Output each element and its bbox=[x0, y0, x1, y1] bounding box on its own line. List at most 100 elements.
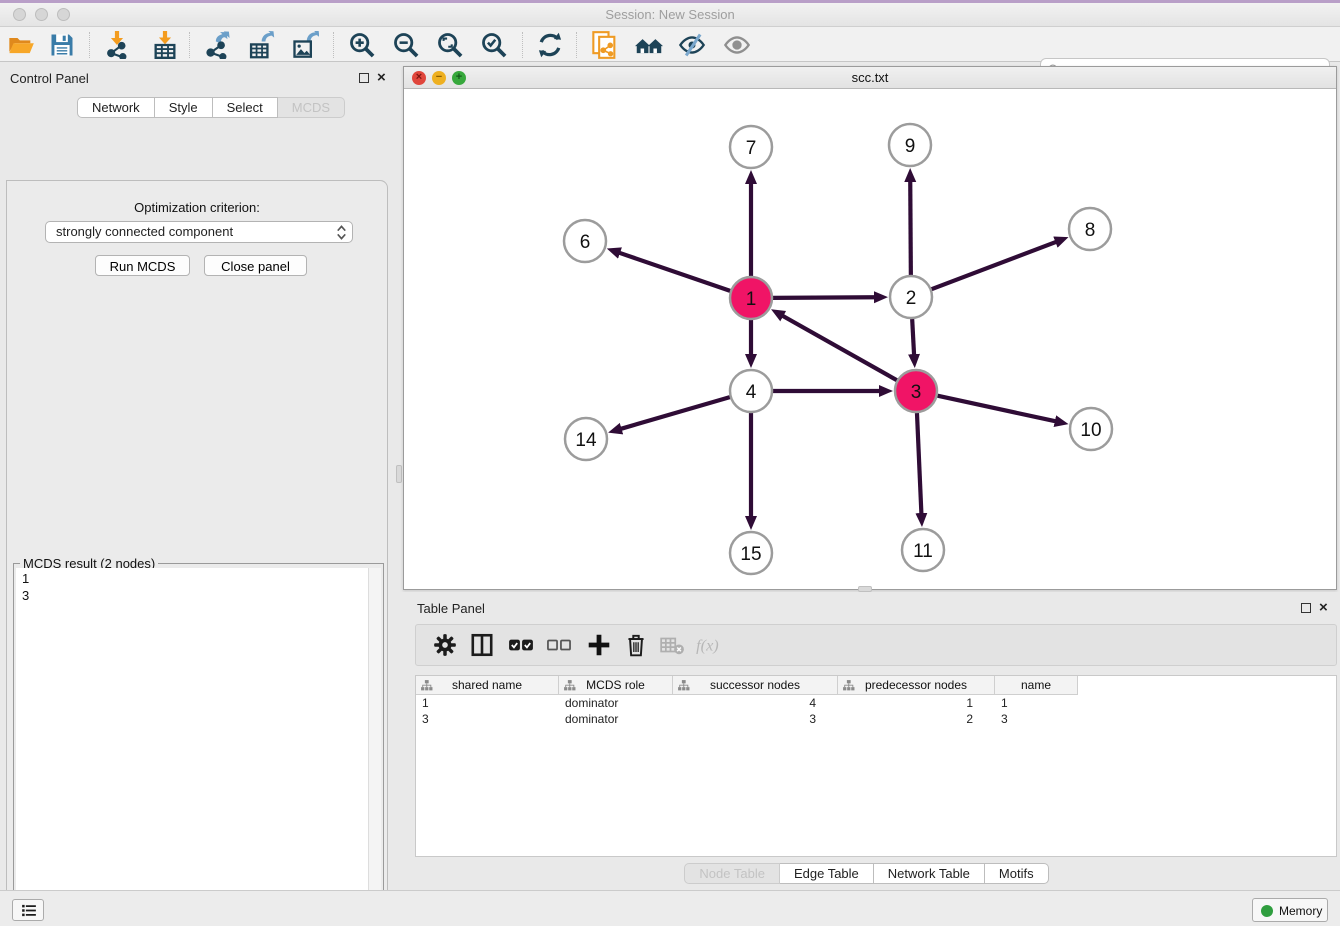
eye-slash-icon[interactable] bbox=[678, 31, 706, 59]
node-3[interactable]: 3 bbox=[895, 370, 937, 412]
network-canvas[interactable]: 7 9 6 8 1 2 4 3 14 10 15 11 bbox=[404, 89, 1336, 589]
zoom-fit-icon[interactable] bbox=[436, 31, 464, 59]
export-image-icon[interactable] bbox=[291, 31, 319, 59]
toolbar-separator bbox=[189, 32, 190, 58]
table-cell[interactable]: 3 bbox=[673, 711, 838, 727]
optimization-criterion-label: Optimization criterion: bbox=[7, 200, 387, 215]
node-label-2: 2 bbox=[906, 288, 917, 309]
table-cell[interactable]: 1 bbox=[995, 695, 1078, 711]
tab-mcds[interactable]: MCDS bbox=[278, 97, 345, 118]
edge-2-8[interactable] bbox=[932, 242, 1057, 289]
table-cell[interactable]: 3 bbox=[995, 711, 1078, 727]
node-label-10: 10 bbox=[1080, 420, 1101, 441]
control-panel-close-icon[interactable]: × bbox=[377, 73, 386, 83]
column-header-shared-name[interactable]: shared name bbox=[416, 676, 559, 695]
network-window-titlebar: × − + scc.txt bbox=[404, 67, 1336, 89]
window-titlebar: Session: New Session bbox=[0, 3, 1340, 27]
tab-motifs[interactable]: Motifs bbox=[985, 863, 1049, 884]
node-15[interactable]: 15 bbox=[730, 532, 772, 574]
trash-icon[interactable] bbox=[623, 632, 649, 658]
table-row[interactable]: 3dominator323 bbox=[416, 711, 1078, 727]
houses-icon[interactable] bbox=[635, 31, 663, 59]
node-label-8: 8 bbox=[1085, 220, 1096, 241]
export-network-icon[interactable] bbox=[203, 31, 231, 59]
column-header-successor-nodes[interactable]: successor nodes bbox=[673, 676, 838, 695]
node-11[interactable]: 11 bbox=[902, 529, 944, 571]
close-panel-button[interactable]: Close panel bbox=[204, 255, 307, 276]
tab-node-table[interactable]: Node Table bbox=[684, 863, 780, 884]
network-window-title: scc.txt bbox=[404, 70, 1336, 85]
column-header-predecessor-nodes[interactable]: predecessor nodes bbox=[838, 676, 995, 695]
node-label-7: 7 bbox=[746, 138, 757, 159]
node-4[interactable]: 4 bbox=[730, 370, 772, 412]
save-floppy-icon[interactable] bbox=[48, 31, 76, 59]
table-panel-tabs: Node TableEdge TableNetwork TableMotifs bbox=[393, 863, 1340, 884]
table-cell[interactable]: 2 bbox=[838, 711, 995, 727]
node-table[interactable]: shared nameMCDS rolesuccessor nodesprede… bbox=[415, 675, 1337, 857]
edge-1-6[interactable] bbox=[619, 253, 730, 291]
memory-status-dot bbox=[1261, 905, 1273, 917]
attribute-icon bbox=[420, 679, 433, 692]
import-network-icon[interactable] bbox=[103, 31, 131, 59]
table-cell[interactable]: 3 bbox=[416, 711, 559, 727]
table-cell[interactable]: dominator bbox=[559, 711, 673, 727]
edge-4-14[interactable] bbox=[621, 397, 730, 429]
tab-network[interactable]: Network bbox=[77, 97, 155, 118]
import-table-icon[interactable] bbox=[151, 31, 179, 59]
clone-network-icon[interactable] bbox=[591, 31, 619, 59]
node-2[interactable]: 2 bbox=[890, 276, 932, 318]
column-header-name[interactable]: name bbox=[995, 676, 1078, 695]
criterion-selected-value: strongly connected component bbox=[56, 224, 233, 239]
add-column-icon[interactable] bbox=[586, 632, 612, 658]
edge-3-10[interactable] bbox=[937, 396, 1055, 422]
zoom-out-icon[interactable] bbox=[392, 31, 420, 59]
table-cell[interactable]: dominator bbox=[559, 695, 673, 711]
edge-1-2[interactable] bbox=[773, 297, 875, 298]
table-cell[interactable]: 1 bbox=[416, 695, 559, 711]
node-10[interactable]: 10 bbox=[1070, 408, 1112, 450]
node-6[interactable]: 6 bbox=[564, 220, 606, 262]
node-8[interactable]: 8 bbox=[1069, 208, 1111, 250]
toolbar-separator bbox=[522, 32, 523, 58]
clear-checks-icon[interactable] bbox=[546, 632, 572, 658]
gear-icon[interactable] bbox=[432, 632, 458, 658]
table-cell[interactable]: 1 bbox=[838, 695, 995, 711]
open-folder-icon[interactable] bbox=[7, 31, 35, 59]
split-columns-icon[interactable] bbox=[469, 632, 495, 658]
column-header-MCDS-role[interactable]: MCDS role bbox=[559, 676, 673, 695]
tab-style[interactable]: Style bbox=[155, 97, 213, 118]
edge-2-9[interactable] bbox=[910, 181, 911, 275]
node-7[interactable]: 7 bbox=[730, 126, 772, 168]
run-mcds-button[interactable]: Run MCDS bbox=[95, 255, 190, 276]
tab-network-table[interactable]: Network Table bbox=[874, 863, 985, 884]
table-panel-float-icon[interactable] bbox=[1301, 603, 1311, 613]
optimization-criterion-select[interactable]: strongly connected component bbox=[45, 221, 353, 243]
zoom-selected-icon[interactable] bbox=[480, 31, 508, 59]
attribute-icon bbox=[842, 679, 855, 692]
node-14[interactable]: 14 bbox=[565, 418, 607, 460]
edge-2-3[interactable] bbox=[912, 319, 914, 355]
table-row[interactable]: 1dominator411 bbox=[416, 695, 1078, 711]
zoom-in-icon[interactable] bbox=[348, 31, 376, 59]
edge-3-11[interactable] bbox=[917, 413, 921, 514]
tab-select[interactable]: Select bbox=[213, 97, 278, 118]
select-all-checks-icon[interactable] bbox=[508, 632, 534, 658]
export-table-icon[interactable] bbox=[247, 31, 275, 59]
list-icon bbox=[20, 903, 38, 918]
table-panel-close-icon[interactable]: × bbox=[1319, 603, 1328, 613]
eye-icon[interactable] bbox=[723, 31, 751, 59]
window-title: Session: New Session bbox=[0, 7, 1340, 22]
control-panel-float-icon[interactable] bbox=[359, 73, 369, 83]
node-1[interactable]: 1 bbox=[730, 277, 772, 319]
mcds-result-textarea[interactable]: 1 3 bbox=[16, 568, 381, 926]
task-history-button[interactable] bbox=[12, 899, 44, 921]
memory-button[interactable]: Memory bbox=[1252, 898, 1328, 922]
vertical-splitter-handle[interactable] bbox=[396, 465, 402, 483]
tab-edge-table[interactable]: Edge Table bbox=[780, 863, 874, 884]
toolbar-separator bbox=[576, 32, 577, 58]
node-9[interactable]: 9 bbox=[889, 124, 931, 166]
result-scrollbar[interactable] bbox=[368, 568, 381, 926]
edge-3-1[interactable] bbox=[782, 316, 896, 381]
refresh-layout-icon[interactable] bbox=[536, 31, 564, 59]
table-cell[interactable]: 4 bbox=[673, 695, 838, 711]
